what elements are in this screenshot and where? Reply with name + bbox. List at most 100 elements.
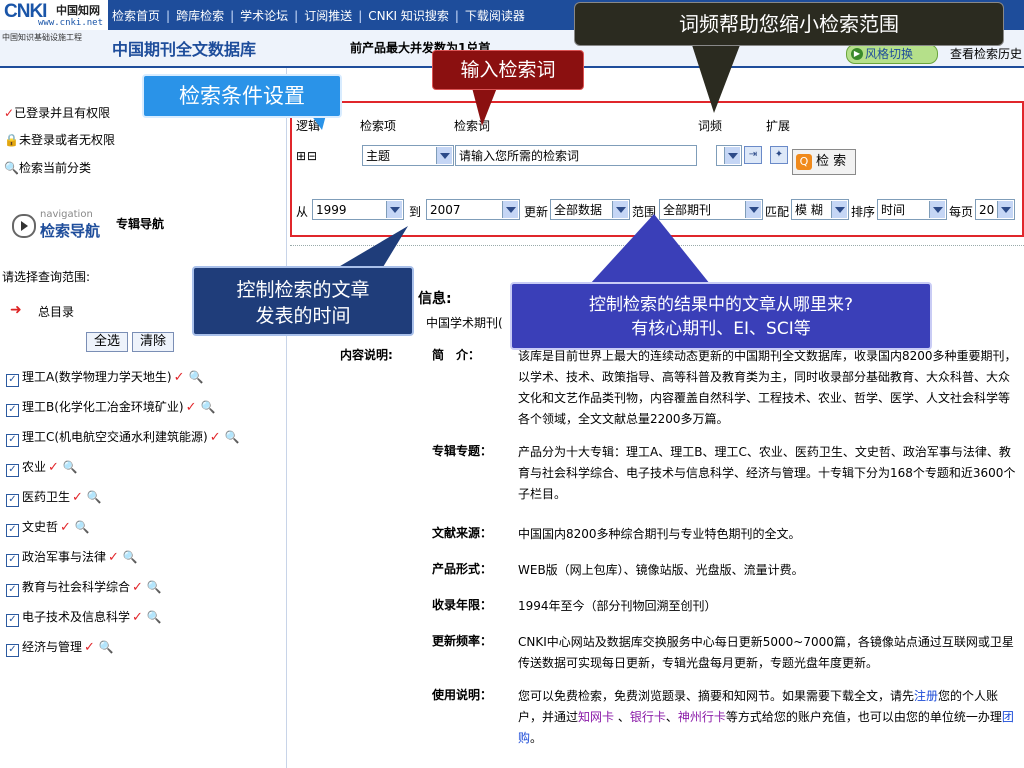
- nav-separator: |: [166, 9, 171, 23]
- sort-select[interactable]: 时间: [877, 199, 947, 220]
- expand-icon[interactable]: ✦: [770, 146, 788, 164]
- category-item[interactable]: ✓ 文史哲 ✓ 🔍: [6, 518, 90, 537]
- album-navigation-label[interactable]: 专辑导航: [116, 215, 164, 232]
- cnki-logo[interactable]: CNKI 中国知网 www.cnki.net: [0, 0, 108, 30]
- frequency-label: 词频: [698, 119, 723, 133]
- root-catalog-link[interactable]: 总目录: [38, 303, 74, 320]
- checkbox[interactable]: ✓: [6, 374, 19, 387]
- logo-chinese-text: 中国知网: [56, 4, 100, 17]
- category-item[interactable]: ✓ 理工C(机电航空交通水利建筑能源) ✓ 🔍: [6, 428, 240, 447]
- magnifier-icon[interactable]: 🔍: [147, 580, 162, 594]
- add-remove-row-icon[interactable]: ⊞⊟: [296, 149, 318, 163]
- callout-pointer-freq: [692, 45, 740, 113]
- top-nav-links: 检索首页 | 跨库检索 | 学术论坛 | 订阅推送 | CNKI 知识搜索 | 下载阅读器: [112, 7, 525, 24]
- nav-link-subscribe[interactable]: 订阅推送: [304, 9, 352, 23]
- section-key: 简 介：: [432, 348, 481, 362]
- category-label: 政治军事与法律: [22, 550, 107, 564]
- shenzhouxing-card-link[interactable]: 神州行卡: [678, 710, 726, 724]
- callout-search-conditions: 检索条件设置: [142, 74, 342, 118]
- category-item[interactable]: ✓ 医药卫生 ✓ 🔍: [6, 488, 102, 507]
- nav-link-knowledge-search[interactable]: CNKI 知识搜索: [368, 9, 449, 23]
- checkbox[interactable]: ✓: [6, 464, 19, 477]
- expand-label: 扩展: [766, 119, 791, 133]
- section-key: 更新频率：: [432, 634, 493, 648]
- check-icon: ✓: [185, 400, 197, 415]
- info-title: 信息:: [418, 291, 452, 307]
- check-icon: ✓: [72, 490, 83, 505]
- check-icon: ✓: [132, 610, 143, 625]
- search-button[interactable]: Q检 索: [792, 149, 856, 175]
- category-item[interactable]: ✓ 经济与管理 ✓ 🔍: [6, 638, 114, 657]
- checkbox[interactable]: ✓: [6, 584, 19, 597]
- match-select[interactable]: 模 糊: [791, 199, 849, 220]
- category-label: 医药卫生: [22, 490, 71, 504]
- lock-icon: 🔒: [4, 133, 19, 147]
- search-term-input[interactable]: 请输入您所需的检索词: [455, 145, 697, 166]
- from-year-select[interactable]: 1999: [312, 199, 404, 220]
- checkbox[interactable]: ✓: [6, 524, 19, 537]
- magnifier-icon[interactable]: 🔍: [201, 400, 216, 414]
- magnifier-icon[interactable]: 🔍: [123, 550, 138, 564]
- play-icon: ▶: [851, 48, 863, 60]
- category-item[interactable]: ✓ 理工B(化学化工冶金环境矿业) ✓ 🔍: [6, 398, 215, 417]
- category-item[interactable]: ✓ 政治军事与法律 ✓ 🔍: [6, 548, 138, 567]
- nav-link-download-reader[interactable]: 下载阅读器: [465, 9, 525, 23]
- arrow-right-icon: ➜: [10, 302, 22, 318]
- register-link[interactable]: 注册: [914, 689, 938, 703]
- check-icon: ✓: [209, 430, 221, 445]
- magnifier-icon[interactable]: 🔍: [99, 640, 114, 654]
- database-title: 中国期刊全文数据库: [112, 40, 257, 59]
- checkbox[interactable]: ✓: [6, 494, 19, 507]
- per-page-select[interactable]: 20: [975, 199, 1015, 220]
- magnifier-icon[interactable]: 🔍: [188, 370, 203, 384]
- nav-link-forum[interactable]: 学术论坛: [240, 9, 288, 23]
- checkbox[interactable]: ✓: [6, 614, 19, 627]
- frequency-select[interactable]: [716, 145, 742, 166]
- checkbox[interactable]: ✓: [6, 434, 19, 447]
- section-key: 产品形式：: [432, 562, 493, 576]
- bank-card-link[interactable]: 银行卡: [630, 710, 666, 724]
- nav-separator: |: [294, 9, 299, 23]
- callout-input-term: 输入检索词: [432, 50, 584, 90]
- clear-button[interactable]: 清除: [132, 332, 174, 352]
- chevron-down-icon: [386, 201, 402, 218]
- checkbox[interactable]: ✓: [6, 644, 19, 657]
- category-item[interactable]: ✓ 农业 ✓ 🔍: [6, 458, 78, 477]
- category-label: 教育与社会科学综合: [22, 580, 131, 594]
- navigation-play-icon[interactable]: [12, 214, 36, 238]
- usage-text: 等方式给您的账户充值，也可以由您的单位统一办理: [725, 710, 1002, 724]
- magnifier-icon[interactable]: 🔍: [147, 610, 162, 624]
- checkbox[interactable]: ✓: [6, 554, 19, 567]
- from-label: 从: [296, 205, 309, 219]
- usage-text: 。: [530, 731, 543, 745]
- search-history-link[interactable]: 查看检索历史: [950, 45, 1022, 62]
- check-icon: ✓: [60, 520, 71, 535]
- select-all-button[interactable]: 全选: [86, 332, 128, 352]
- to-year-select[interactable]: 2007: [426, 199, 520, 220]
- callout-time-line1: 控制检索的文章: [236, 279, 370, 301]
- nav-link-cross-db[interactable]: 跨库检索: [176, 9, 224, 23]
- match-label: 匹配: [765, 205, 790, 219]
- section-key: 专辑专题：: [432, 444, 493, 458]
- check-icon: ✓: [4, 106, 15, 120]
- magnifier-icon[interactable]: 🔍: [63, 460, 78, 474]
- section-value: 产品分为十大专辑：理工A、理工B、理工C、农业、医药卫生、文史哲、政治军事与法律…: [518, 445, 1016, 501]
- chevron-down-icon: [724, 147, 740, 164]
- magnifier-icon[interactable]: 🔍: [225, 430, 240, 444]
- search-field-select[interactable]: 主题: [362, 145, 454, 166]
- usage-description: 您可以免费检索，免费浏览题录、摘要和知网节。如果需要下载全文，请先注册您的个人账…: [518, 686, 1018, 749]
- navigation-title[interactable]: 检索导航: [40, 220, 100, 241]
- section-value: 1994年至今（部分刊物回溯至创刊）: [518, 599, 717, 613]
- nav-link-home[interactable]: 检索首页: [112, 9, 160, 23]
- cnki-card-link[interactable]: 知网卡: [578, 710, 614, 724]
- check-icon: ✓: [108, 550, 119, 565]
- category-item[interactable]: ✓ 电子技术及信息科学 ✓ 🔍: [6, 608, 162, 627]
- checkbox[interactable]: ✓: [6, 404, 19, 417]
- category-item[interactable]: ✓ 教育与社会科学综合 ✓ 🔍: [6, 578, 162, 597]
- magnifier-icon[interactable]: 🔍: [87, 490, 102, 504]
- section-value: 该库是目前世界上最大的连续动态更新的中国期刊全文数据库，收录国内8200多种重要…: [518, 349, 1017, 426]
- magnifier-icon[interactable]: 🔍: [75, 520, 90, 534]
- style-switch-button[interactable]: ▶ 风格切换: [846, 44, 938, 64]
- category-item[interactable]: ✓ 理工A(数学物理力学天地生) ✓ 🔍: [6, 368, 203, 387]
- frequency-help-icon[interactable]: ⇥: [744, 146, 762, 164]
